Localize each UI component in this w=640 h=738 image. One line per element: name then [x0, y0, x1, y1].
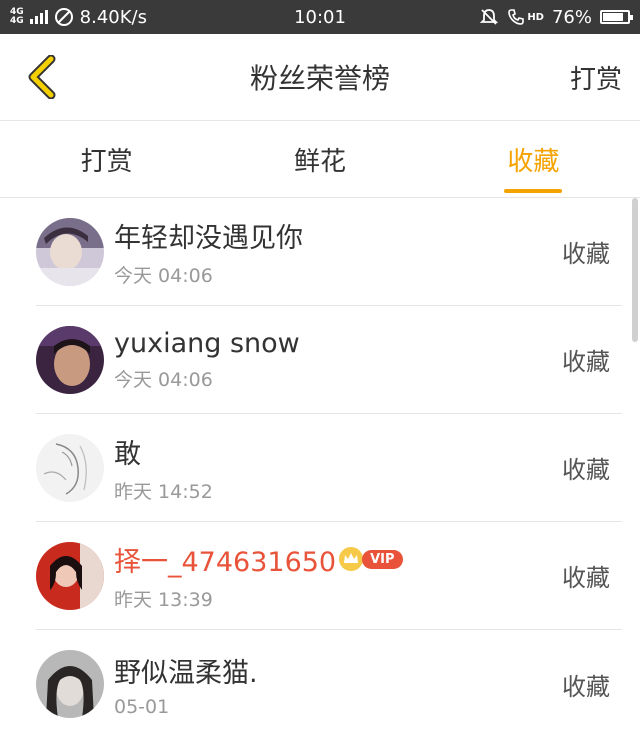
list-item[interactable]: yuxiang snow 今天 04:06 收藏	[36, 306, 622, 414]
vip-badge: VIP	[362, 549, 403, 569]
user-name: 野似温柔猫.	[114, 657, 258, 689]
chevron-left-icon	[28, 55, 56, 99]
back-button[interactable]	[12, 47, 72, 107]
user-info: yuxiang snow 今天 04:06	[114, 328, 562, 392]
timestamp: 今天 04:06	[114, 264, 213, 287]
battery-percent: 76%	[551, 6, 592, 28]
no-sim-icon	[54, 8, 73, 26]
action-label: 收藏	[562, 348, 610, 376]
network-type-icon: 4G 4G	[10, 8, 24, 26]
timestamp: 昨天 13:39	[114, 588, 213, 611]
signal-icon	[29, 10, 48, 24]
timestamp: 昨天 14:52	[114, 480, 213, 503]
fan-list: 年轻却没遇见你 今天 04:06 收藏 yuxiang snow 今天 04:0…	[0, 198, 640, 738]
user-name: 年轻却没遇见你	[114, 222, 303, 254]
scrollbar[interactable]	[632, 198, 638, 342]
user-info: 野似温柔猫. 05-01	[114, 651, 562, 718]
network-type-bottom: 4G	[10, 16, 24, 26]
user-name: 择一_474631650	[114, 546, 337, 578]
crown-icon	[338, 546, 364, 572]
action-label: 收藏	[562, 672, 610, 701]
user-name: yuxiang snow	[114, 327, 300, 359]
list-item[interactable]: 野似温柔猫. 05-01 收藏	[36, 630, 622, 738]
user-info: 敢 昨天 14:52	[114, 432, 562, 504]
action-label: 收藏	[562, 240, 610, 268]
network-speed: 8.40K/s	[79, 6, 147, 28]
status-left: 4G 4G 8.40K/s	[10, 7, 147, 28]
avatar	[36, 650, 104, 718]
user-info: 年轻却没遇见你 今天 04:06	[114, 216, 562, 288]
reward-button[interactable]: 打赏	[570, 59, 622, 96]
hd-call-icon: HD	[507, 8, 544, 26]
user-name-row: 择一_474631650 VIP	[114, 540, 562, 579]
status-bar: 4G 4G 8.40K/s 10:01 HD 76%	[0, 0, 640, 34]
avatar	[36, 433, 104, 502]
status-right: HD 76%	[479, 6, 633, 28]
user-name: 敢	[114, 438, 141, 470]
avatar	[36, 325, 104, 394]
user-info: 择一_474631650 VIP 昨天 13:39	[114, 540, 562, 612]
tab-reward[interactable]: 打赏	[0, 121, 213, 197]
timestamp: 今天 04:06	[114, 368, 213, 391]
tab-favorites[interactable]: 收藏	[427, 121, 640, 197]
tab-bar: 打赏 鲜花 收藏	[0, 121, 640, 198]
list-item[interactable]: 择一_474631650 VIP 昨天 13:39 收藏	[36, 522, 622, 630]
page-title: 粉丝荣誉榜	[249, 62, 390, 95]
tab-flowers[interactable]: 鲜花	[213, 121, 426, 197]
list-item[interactable]: 敢 昨天 14:52 收藏	[36, 414, 622, 522]
action-label: 收藏	[562, 456, 610, 484]
avatar	[36, 217, 104, 286]
action-label: 收藏	[562, 564, 610, 592]
avatar	[36, 541, 104, 610]
battery-icon	[600, 10, 633, 24]
mute-bell-icon	[480, 9, 499, 25]
timestamp: 05-01	[114, 695, 170, 718]
nav-bar: 粉丝荣誉榜 打赏	[0, 34, 640, 121]
list-item[interactable]: 年轻却没遇见你 今天 04:06 收藏	[36, 198, 622, 306]
